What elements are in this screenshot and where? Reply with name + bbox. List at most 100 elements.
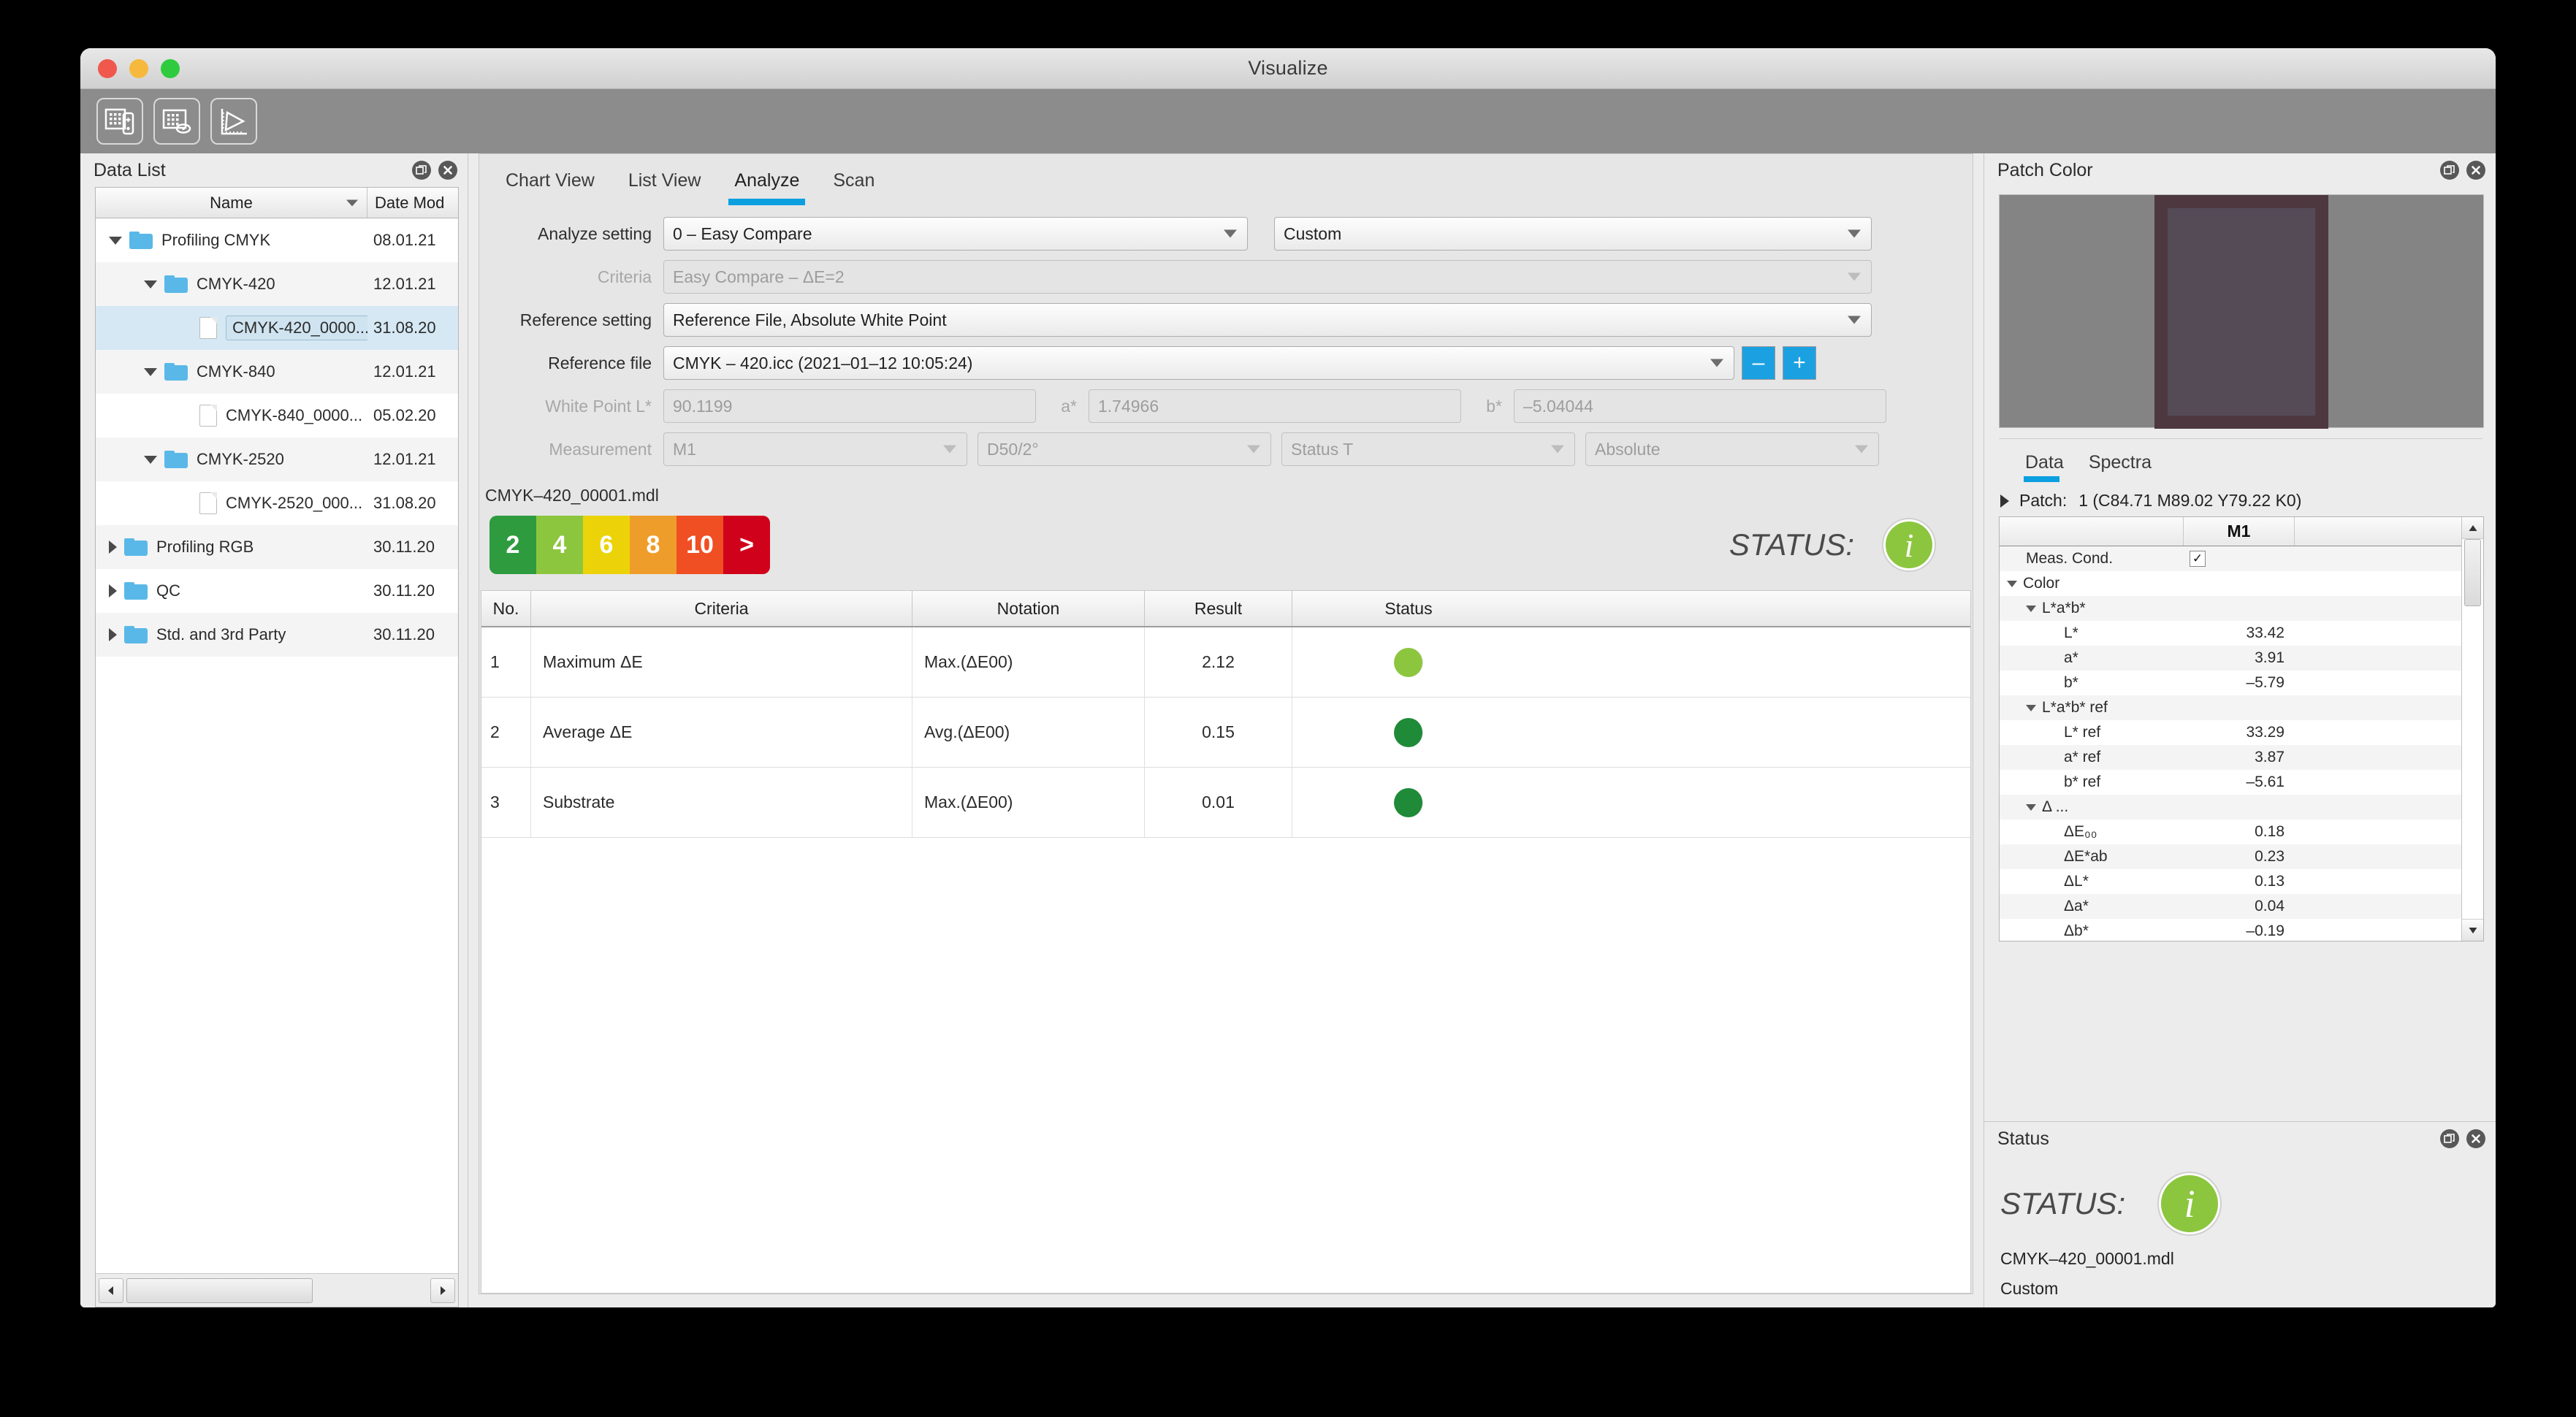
table-row[interactable]: 2 Average ΔE Avg.(ΔE00) 0.15 [481,698,1970,768]
scroll-left-button[interactable] [99,1277,123,1303]
float-panel-icon[interactable] [2440,1129,2459,1148]
illuminant-select: D50/2° [978,432,1271,466]
list-item[interactable]: Δ ... [2000,795,2461,820]
patch-selector-row[interactable]: Patch: 1 (C84.71 M89.02 Y79.22 K0) [1984,482,2496,516]
maximize-window-button[interactable] [161,59,180,78]
tab-list-view[interactable]: List View [622,170,729,205]
table-row[interactable]: CMYK-2520 12.01.21 [96,438,458,481]
patch-data-value: 0.13 [2255,873,2285,890]
meas-cond-checkbox[interactable]: ✓ [2190,551,2206,567]
table-row[interactable]: CMYK-840_0000... 05.02.20 [96,394,458,438]
view-chart-icon[interactable] [153,98,200,145]
chevron-down-icon[interactable] [2026,704,2036,711]
chevron-right-icon[interactable] [109,584,117,597]
table-row[interactable]: 1 Maximum ΔE Max.(ΔE00) 2.12 [481,627,1970,698]
table-row[interactable]: CMYK-420_0000... 31.08.20 [96,306,458,350]
add-reference-file-button[interactable]: + [1783,346,1816,380]
scrollbar-track[interactable] [2462,539,2483,919]
list-item[interactable]: a* ref 3.87 [2000,745,2461,770]
column-header-date[interactable]: Date Mod [367,188,458,218]
chevron-right-icon[interactable] [109,541,117,554]
chevron-down-icon[interactable] [109,236,122,245]
patch-data-table: M1 Meas. Cond. ✓ Color L*a*b* L* 33.42 a* 3.91 b… [1999,516,2484,942]
scroll-up-button[interactable] [2462,517,2483,539]
chevron-down-icon[interactable] [144,367,157,376]
list-item[interactable]: L*a*b* [2000,596,2461,621]
table-row[interactable]: Profiling CMYK 08.01.21 [96,218,458,262]
list-item[interactable]: b* ref –5.61 [2000,770,2461,795]
table-row[interactable]: CMYK-840 12.01.21 [96,350,458,394]
list-item[interactable]: b* –5.79 [2000,671,2461,695]
list-item[interactable]: Meas. Cond. ✓ [2000,546,2461,571]
scrollbar-thumb[interactable] [126,1277,313,1303]
list-item[interactable]: Δa* 0.04 [2000,894,2461,919]
data-list-horizontal-scrollbar[interactable] [96,1273,458,1307]
close-window-button[interactable] [98,59,117,78]
tab-chart-view[interactable]: Chart View [500,170,622,205]
status-panel-info-icon[interactable]: i [2159,1173,2221,1234]
tab-spectra[interactable]: Spectra [2089,452,2152,482]
list-item[interactable]: Δb* –0.19 [2000,919,2461,941]
data-list-tree[interactable]: Name Date Mod Profiling CMYK 08.01.21 CMYK… [95,187,459,1307]
spectral-graph-icon[interactable] [210,98,257,145]
list-item[interactable]: Color [2000,571,2461,596]
minimize-window-button[interactable] [129,59,148,78]
data-list-row-date: 12.01.21 [373,362,436,381]
status-info-icon[interactable]: i [1883,519,1935,570]
table-row[interactable]: 3 Substrate Max.(ΔE00) 0.01 [481,768,1970,838]
white-point-row: White Point L* 90.1199 a* 1.74966 b* –5.… [497,389,1955,423]
list-item[interactable]: a* 3.91 [2000,646,2461,671]
chevron-down-icon[interactable] [144,455,157,464]
float-panel-icon[interactable] [2440,161,2459,180]
chevron-down-icon[interactable] [2026,803,2036,811]
result-no: 1 [481,627,531,697]
chevron-right-icon[interactable] [109,628,117,641]
tab-data[interactable]: Data [2024,452,2064,482]
patch-data-key: L*a*b* ref [2000,699,2184,717]
scrollbar-track[interactable] [126,1277,427,1303]
table-row[interactable]: CMYK-2520_000... 31.08.20 [96,481,458,525]
reference-file-label: Reference file [548,353,652,373]
patch-data-key-label: L*a*b* ref [2042,699,2108,716]
list-item[interactable]: L* 33.42 [2000,621,2461,646]
tab-scan[interactable]: Scan [827,170,902,205]
chevron-down-icon[interactable] [2007,580,2017,587]
list-item[interactable]: ΔE₀₀ 0.18 [2000,820,2461,844]
chevron-down-icon[interactable] [2026,605,2036,612]
close-panel-icon[interactable] [438,161,457,180]
table-row[interactable]: Profiling RGB 30.11.20 [96,525,458,569]
reference-setting-select[interactable]: Reference File, Absolute White Point [663,303,1872,337]
tab-analyze[interactable]: Analyze [728,170,827,205]
chevron-down-icon[interactable] [144,280,157,289]
list-item[interactable]: L*a*b* ref [2000,695,2461,720]
chevron-down-icon [1848,272,1861,281]
scrollbar-thumb[interactable] [2464,539,2481,606]
close-panel-icon[interactable] [2466,1129,2485,1148]
analyze-setting-select[interactable]: 0 – Easy Compare [663,217,1248,251]
preset-select[interactable]: Custom [1274,217,1872,251]
scroll-right-button[interactable] [430,1277,455,1303]
analyze-setting-value: 0 – Easy Compare [673,224,812,243]
list-item[interactable]: L* ref 33.29 [2000,720,2461,745]
table-row[interactable]: QC 30.11.20 [96,569,458,613]
list-item[interactable]: ΔE*ab 0.23 [2000,844,2461,869]
measure-chart-icon[interactable] [96,98,143,145]
data-list-title: Data List [94,159,166,180]
float-panel-icon[interactable] [412,161,431,180]
reference-file-select[interactable]: CMYK – 420.icc (2021–01–12 10:05:24) [663,346,1734,380]
patch-data-value: 0.04 [2255,898,2285,914]
scroll-down-button[interactable] [2462,919,2483,941]
table-row[interactable]: CMYK-420 12.01.21 [96,262,458,306]
remove-reference-file-button[interactable]: – [1742,346,1775,380]
folder-icon [129,232,153,249]
patch-data-key-label: L*a*b* [2042,600,2086,616]
patch-data-key-label: L* [2064,625,2078,641]
list-item[interactable]: ΔL* 0.13 [2000,869,2461,894]
table-row[interactable]: Std. and 3rd Party 30.11.20 [96,613,458,657]
patch-data-vertical-scrollbar[interactable] [2461,517,2483,941]
column-header-name[interactable]: Name [96,188,367,218]
close-panel-icon[interactable] [2466,161,2485,180]
chevron-right-icon [2000,494,2009,508]
patch-data-value: 0.23 [2255,848,2285,865]
reference-setting-row: Reference setting Reference File, Absolu… [497,303,1955,337]
